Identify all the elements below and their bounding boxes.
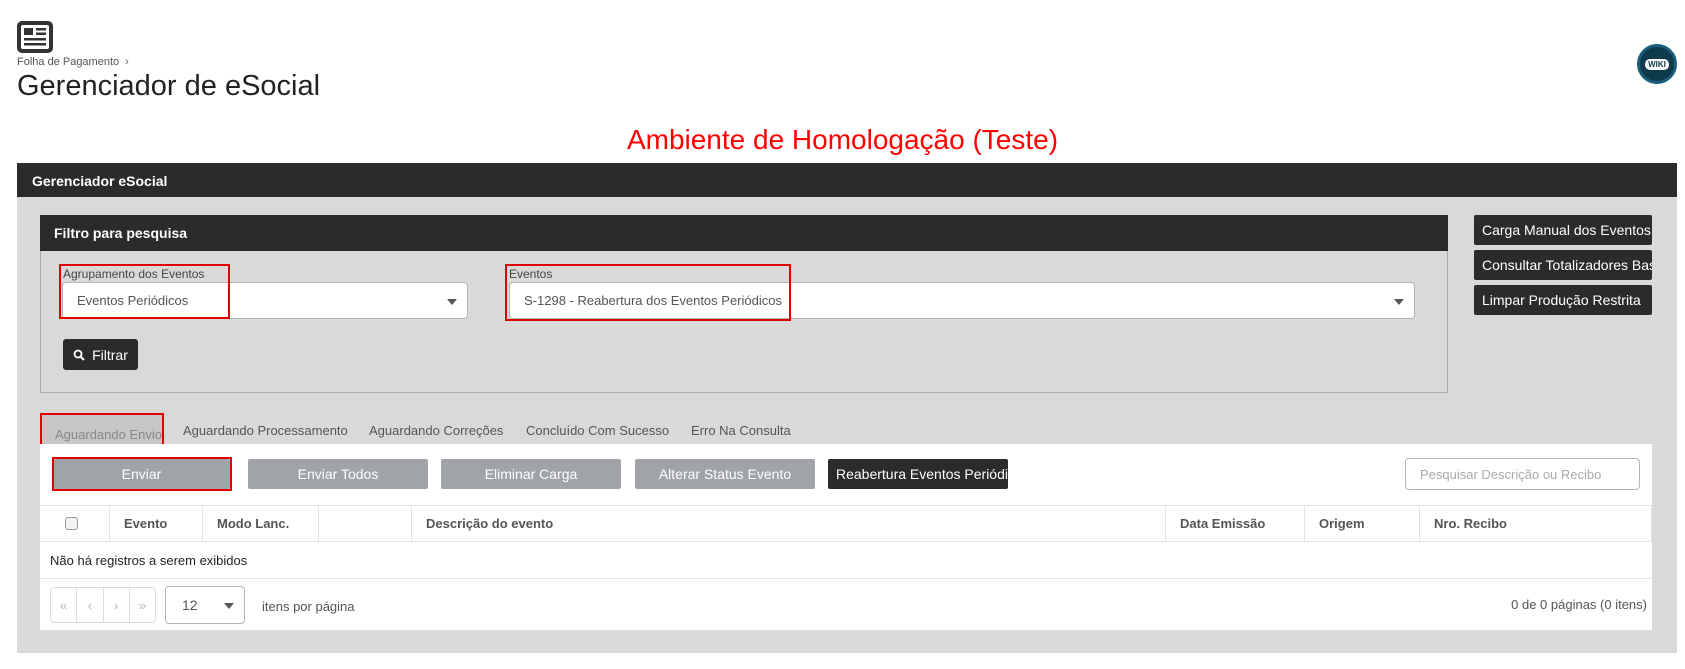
col-origem[interactable]: Origem (1304, 505, 1419, 542)
last-page-icon[interactable]: » (130, 588, 155, 622)
prev-page-icon[interactable]: ‹ (77, 588, 104, 622)
highlight-group (59, 264, 230, 319)
next-page-icon[interactable]: › (104, 588, 130, 622)
environment-banner: Ambiente de Homologação (Teste) (626, 124, 1059, 155)
col-data-emissao[interactable]: Data Emissão (1165, 505, 1304, 542)
totalizers-button[interactable]: Consultar Totalizadores Base (1474, 250, 1652, 280)
page-title: Gerenciador de eSocial (17, 70, 321, 102)
search-input[interactable]: Pesquisar Descrição ou Recibo (1405, 458, 1640, 490)
page-info: 0 de 0 páginas (0 itens) (1511, 597, 1647, 612)
search-icon (73, 349, 85, 361)
col-descricao[interactable]: Descrição do evento (411, 505, 1165, 542)
clear-production-button[interactable]: Limpar Produção Restrita (1474, 285, 1652, 315)
filter-button-label: Filtrar (92, 346, 128, 363)
tab-concluido[interactable]: Concluído Com Sucesso (526, 423, 669, 438)
pager-nav: « ‹ › » (50, 587, 156, 623)
col-blank (318, 505, 411, 542)
tab-aguardando-correcoes[interactable]: Aguardando Correções (369, 423, 503, 438)
page-size-value: 12 (182, 597, 198, 613)
col-nro-recibo[interactable]: Nro. Recibo (1419, 505, 1652, 542)
per-page-label: itens por página (262, 599, 355, 614)
change-status-button[interactable]: Alterar Status Evento (635, 459, 815, 489)
page-size-select[interactable]: 12 (165, 586, 245, 624)
tab-erro-consulta[interactable]: Erro Na Consulta (691, 423, 791, 438)
chevron-right-icon: › (125, 56, 129, 68)
first-page-icon[interactable]: « (51, 588, 78, 622)
caret-down-icon (447, 299, 457, 305)
filter-button[interactable]: Filtrar (63, 339, 138, 370)
col-evento[interactable]: Evento (109, 505, 202, 542)
reopen-events-button[interactable]: Reabertura Eventos Periódic (828, 459, 1008, 489)
highlight-send (52, 457, 232, 491)
manual-load-button[interactable]: Carga Manual dos Eventos (1474, 215, 1652, 245)
filter-panel-title: Filtro para pesquisa (40, 215, 1448, 251)
wiki-label: WIKI (1645, 58, 1669, 70)
select-all-checkbox[interactable] (65, 517, 78, 530)
caret-down-icon (224, 603, 234, 609)
delete-load-button[interactable]: Eliminar Carga (441, 459, 621, 489)
highlight-events (505, 264, 791, 321)
caret-down-icon (1394, 299, 1404, 305)
tab-aguardando-envio[interactable]: Aguardando Envio (40, 413, 164, 447)
tab-aguardando-processamento[interactable]: Aguardando Processamento (183, 423, 348, 438)
col-modo-lanc[interactable]: Modo Lanc. (202, 505, 318, 542)
breadcrumb-item-folha[interactable]: Folha de Pagamento (17, 56, 119, 68)
main-panel-title: Gerenciador eSocial (17, 163, 1677, 197)
wiki-button[interactable]: WIKI (1637, 44, 1677, 84)
breadcrumb: Folha de Pagamento › (17, 56, 129, 68)
newspaper-icon (17, 21, 53, 53)
empty-message: Não há registros a serem exibidos (50, 553, 248, 568)
send-all-button[interactable]: Enviar Todos (248, 459, 428, 489)
